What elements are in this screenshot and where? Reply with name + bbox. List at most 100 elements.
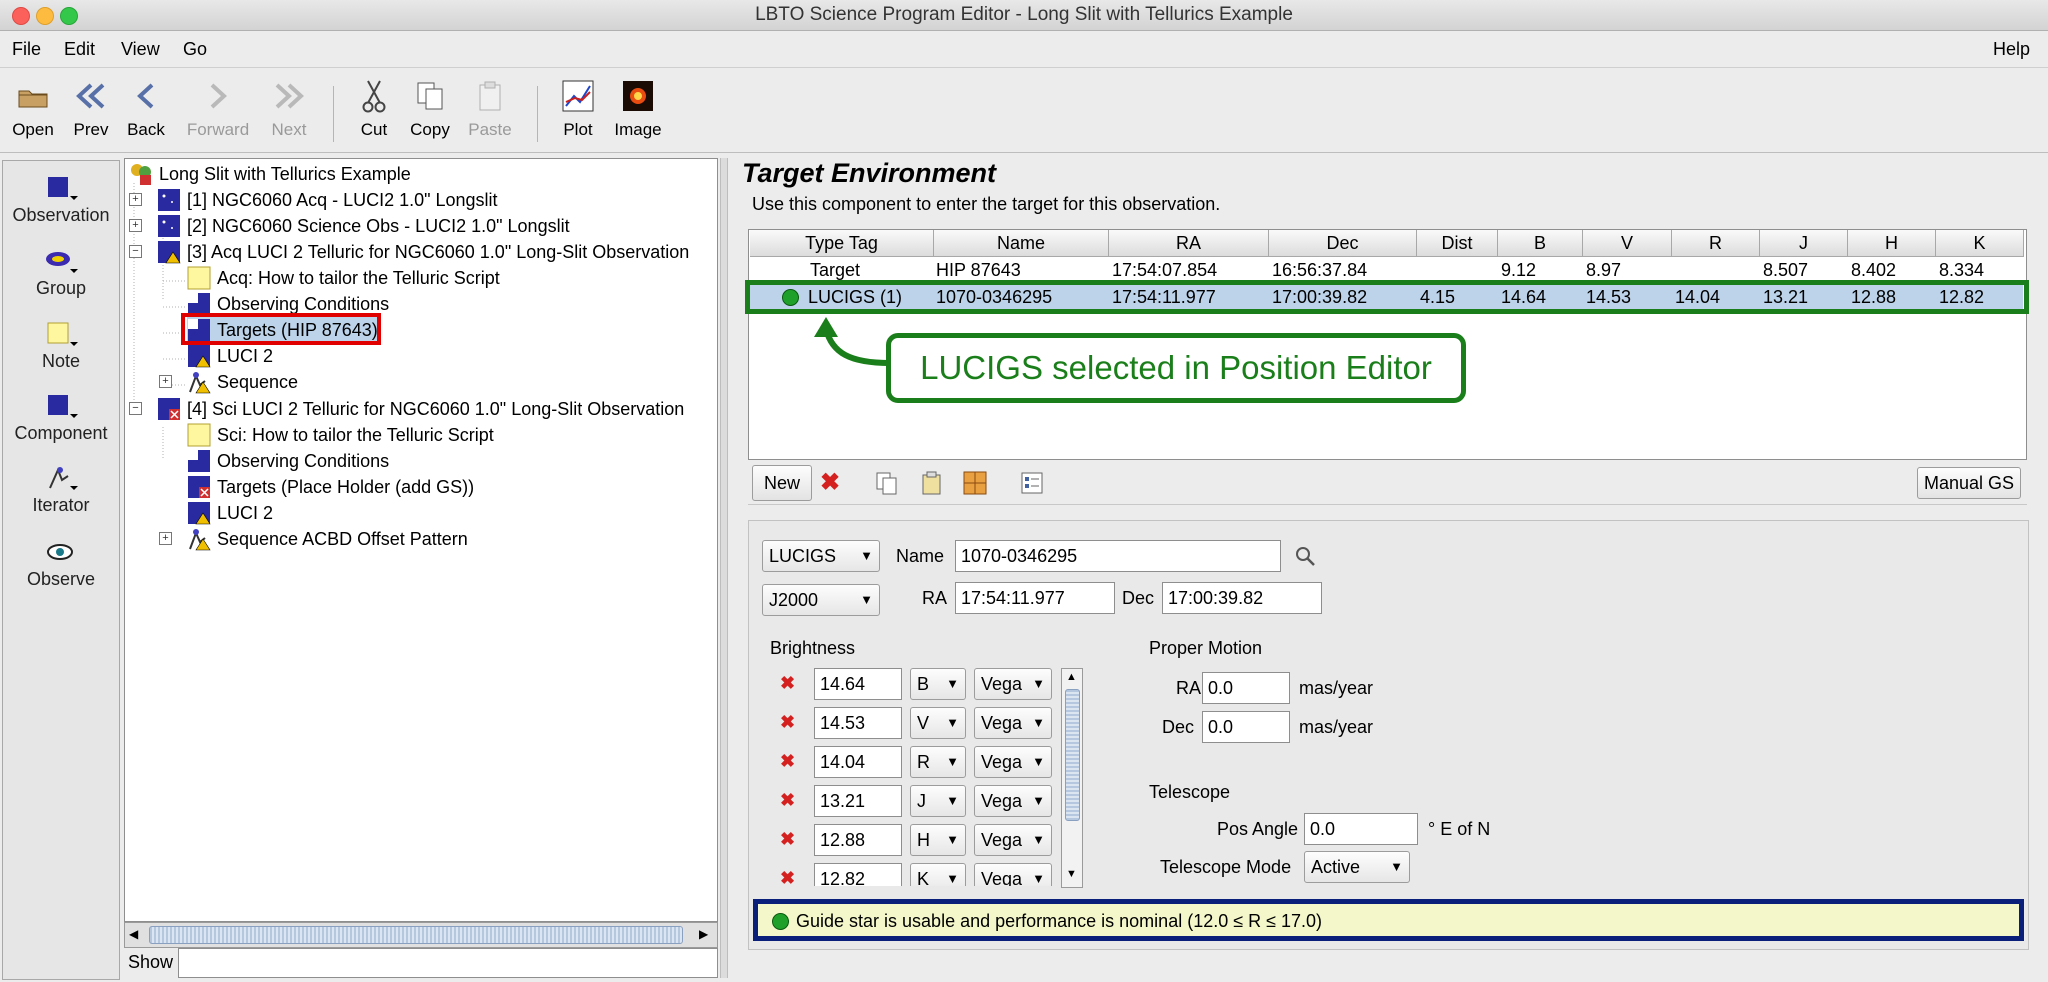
tree-item-obs4-targets[interactable]: Targets (Place Holder (add GS)) [187,474,474,500]
tree-item-obs4-luci[interactable]: LUCI 2 [187,500,273,526]
coordinate-system-select[interactable]: J2000 ▼ [762,584,880,616]
column-header-j[interactable]: J [1760,230,1848,257]
band-select[interactable]: J ▼ [910,785,966,817]
mag-system-select[interactable]: Vega ▼ [974,746,1052,778]
show-input[interactable] [178,948,718,978]
brightness-value-field[interactable]: 13.21 [814,785,902,817]
column-header-ra[interactable]: RA [1109,230,1269,257]
brightness-value-field[interactable]: 14.53 [814,707,902,739]
tree-item-obs3-note[interactable]: Acq: How to tailor the Telluric Script [187,265,500,291]
mag-system-select[interactable]: Vega ▼ [974,668,1052,700]
collapse-toggle[interactable]: − [129,402,142,415]
remove-icon[interactable]: ✖ [780,751,795,772]
tree-item-obs4-note[interactable]: Sci: How to tailor the Telluric Script [187,422,494,448]
palette-group[interactable]: Group [3,246,119,299]
prev-button[interactable]: Prev [66,76,116,140]
column-header-dec[interactable]: Dec [1269,230,1417,257]
tree-item-obs3[interactable]: [3] Acq LUCI 2 Telluric for NGC6060 1.0"… [157,239,689,265]
palette-iterator[interactable]: Iterator [3,463,119,516]
menu-edit[interactable]: Edit [64,39,95,60]
pm-ra-field[interactable]: 0.0 [1202,672,1290,704]
palette-observation[interactable]: Observation [3,173,119,226]
palette-note[interactable]: Note [3,319,119,372]
scroll-right-arrow-icon[interactable]: ▶ [699,927,708,941]
manual-gs-button[interactable]: Manual GS [1917,467,2021,499]
paste-icon[interactable] [920,471,944,500]
image-button[interactable]: Image [612,76,664,140]
split-pane-divider[interactable] [720,158,728,978]
brightness-value-field[interactable]: 12.88 [814,824,902,856]
duplicate-icon[interactable] [962,470,988,501]
remove-icon[interactable]: ✖ [780,712,795,733]
paste-button[interactable]: Paste [464,76,516,140]
palette-component[interactable]: Component [3,391,119,444]
mag-system-select[interactable]: Vega ▼ [974,785,1052,817]
tree-item-obs2[interactable]: [2] NGC6060 Science Obs - LUCI2 1.0" Lon… [157,213,570,239]
copy-icon[interactable] [875,471,899,500]
open-button[interactable]: Open [6,76,60,140]
column-header-h[interactable]: H [1848,230,1936,257]
remove-icon[interactable]: ✖ [780,829,795,850]
remove-icon[interactable]: ✖ [780,673,795,694]
delete-icon[interactable]: ✖ [820,468,840,497]
expand-toggle[interactable]: + [159,532,172,545]
tree-item-obs1[interactable]: [1] NGC6060 Acq - LUCI2 1.0" Longslit [157,187,498,213]
scroll-thumb[interactable] [1065,689,1080,821]
brightness-value-field[interactable]: 14.04 [814,746,902,778]
plot-button[interactable]: Plot [556,76,600,140]
tree-item-obs4[interactable]: [4] Sci LUCI 2 Telluric for NGC6060 1.0"… [157,396,684,422]
band-select[interactable]: K ▼ [910,863,966,886]
column-header-b[interactable]: B [1498,230,1583,257]
tree-item-obs3-sequence[interactable]: Sequence [187,369,298,395]
new-target-button[interactable]: New [752,465,812,501]
tree-item-obs4-conditions[interactable]: Observing Conditions [187,448,389,474]
expand-toggle[interactable]: + [159,375,172,388]
mag-system-select[interactable]: Vega ▼ [974,863,1052,886]
remove-icon[interactable]: ✖ [780,868,795,886]
telescope-mode-select[interactable]: Active ▼ [1304,851,1410,883]
column-header-k[interactable]: K [1936,230,2024,257]
copy-button[interactable]: Copy [404,76,456,140]
brightness-value-field[interactable]: 14.64 [814,668,902,700]
band-select[interactable]: H ▼ [910,824,966,856]
brightness-value-field[interactable]: 12.82 [814,863,902,886]
cut-button[interactable]: Cut [352,76,396,140]
scroll-up-arrow-icon[interactable]: ▲ [1066,671,1077,683]
name-field[interactable]: 1070-0346295 [955,540,1281,572]
expand-toggle[interactable]: + [129,219,142,232]
dec-field[interactable]: 17:00:39.82 [1162,582,1322,614]
scroll-left-arrow-icon[interactable]: ◀ [129,927,138,941]
band-select[interactable]: B ▼ [910,668,966,700]
mag-system-select[interactable]: Vega ▼ [974,824,1052,856]
collapse-toggle[interactable]: − [129,245,142,258]
column-header-dist[interactable]: Dist [1417,230,1498,257]
ra-field[interactable]: 17:54:11.977 [955,582,1115,614]
pm-dec-field[interactable]: 0.0 [1202,711,1290,743]
tree-item-obs3-luci[interactable]: LUCI 2 [187,343,273,369]
column-header-r[interactable]: R [1672,230,1760,257]
expand-toggle[interactable]: + [129,193,142,206]
remove-icon[interactable]: ✖ [780,790,795,811]
next-button[interactable]: Next [264,76,314,140]
brightness-scrollbar[interactable]: ▲ ▼ [1061,668,1083,888]
menu-view[interactable]: View [121,39,160,60]
palette-observe[interactable]: Observe [3,537,119,590]
scroll-thumb[interactable] [149,926,683,944]
band-select[interactable]: V ▼ [910,707,966,739]
tag-select[interactable]: LUCIGS ▼ [762,540,880,572]
column-header-type-tag[interactable]: Type Tag [750,230,934,257]
back-button[interactable]: Back [122,76,170,140]
scroll-down-arrow-icon[interactable]: ▼ [1066,868,1077,880]
search-icon[interactable] [1294,545,1316,572]
list-icon[interactable] [1020,471,1044,500]
column-header-name[interactable]: Name [934,230,1109,257]
tree-item-obs4-sequence[interactable]: Sequence ACBD Offset Pattern [187,526,468,552]
column-header-v[interactable]: V [1583,230,1672,257]
menu-help[interactable]: Help [1993,39,2030,60]
forward-button[interactable]: Forward [180,76,256,140]
tree-horizontal-scrollbar[interactable]: ◀ ▶ [124,922,718,948]
mag-system-select[interactable]: Vega ▼ [974,707,1052,739]
menu-file[interactable]: File [12,39,41,60]
menu-go[interactable]: Go [183,39,207,60]
pos-angle-field[interactable]: 0.0 [1304,813,1418,845]
